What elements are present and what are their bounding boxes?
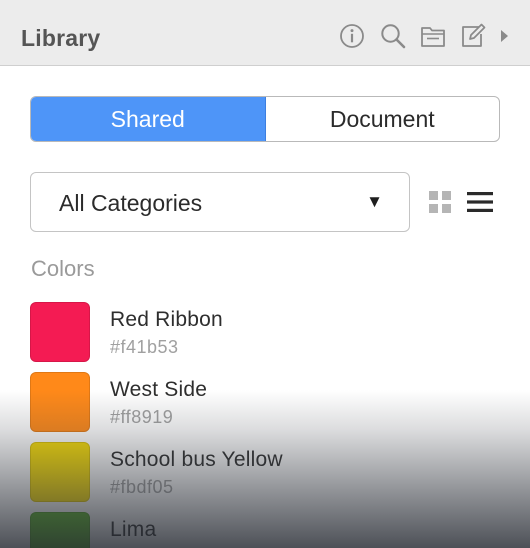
library-header: Library	[0, 0, 530, 66]
color-name: Red Ribbon	[110, 308, 223, 331]
shared-tab[interactable]: Shared	[31, 97, 266, 141]
library-source-segmented-control: Shared Document	[30, 96, 500, 142]
color-item[interactable]: Red Ribbon #f41b53	[30, 302, 500, 362]
document-tab[interactable]: Document	[266, 97, 500, 141]
grid-view-icon[interactable]	[429, 191, 451, 213]
folder-icon[interactable]	[419, 22, 447, 50]
color-hex: #f41b53	[110, 337, 179, 357]
color-name: School bus Yellow	[110, 448, 283, 471]
color-swatch	[30, 302, 90, 362]
color-item[interactable]: West Side #ff8919	[30, 372, 500, 432]
color-hex: #fbdf05	[110, 477, 174, 497]
color-swatch	[30, 512, 90, 548]
color-item[interactable]: Lima	[30, 512, 500, 548]
color-swatch	[30, 442, 90, 502]
color-name: Lima	[110, 518, 157, 541]
edit-icon[interactable]	[459, 22, 487, 50]
search-icon[interactable]	[379, 22, 407, 50]
category-select-value: All Categories	[59, 190, 203, 216]
color-name: West Side	[110, 378, 208, 401]
library-title: Library	[21, 25, 101, 51]
dropdown-arrow-icon: ▼	[366, 192, 383, 211]
color-item[interactable]: School bus Yellow #fbdf05	[30, 442, 500, 502]
info-icon[interactable]	[338, 22, 366, 50]
colors-section-title: Colors	[31, 256, 95, 281]
category-select[interactable]: All Categories ▼	[30, 172, 410, 232]
color-hex: #ff8919	[110, 407, 174, 427]
color-swatch	[30, 372, 90, 432]
list-view-icon[interactable]	[467, 191, 493, 213]
chevron-right-icon[interactable]	[498, 22, 512, 50]
